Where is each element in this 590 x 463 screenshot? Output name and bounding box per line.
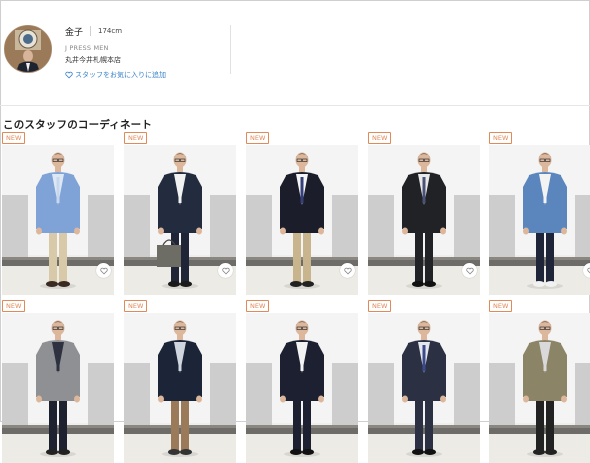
add-favorite-label: スタッフをお気に入りに追加	[75, 70, 166, 80]
staff-height: 174cm	[98, 27, 122, 35]
new-badge: NEW	[2, 132, 25, 144]
heart-outline-icon	[100, 267, 108, 275]
staff-profile: 金子 174cm J PRESS MEN 丸井今井札幌本店 スタッフをお気に入り…	[0, 0, 590, 106]
new-badge: NEW	[368, 132, 391, 144]
favorite-heart-button[interactable]	[218, 263, 233, 278]
coordinate-photo[interactable]	[489, 145, 590, 295]
new-badge: NEW	[124, 300, 147, 312]
coordinate-card[interactable]: NEW	[368, 300, 480, 463]
favorite-heart-button[interactable]	[462, 263, 477, 278]
new-badge: NEW	[489, 132, 512, 144]
coordinate-card[interactable]: NEW	[368, 132, 480, 295]
heart-outline-icon	[222, 267, 230, 275]
heart-outline-icon	[466, 267, 474, 275]
new-badge: NEW	[489, 300, 512, 312]
coordinate-card[interactable]: NEW	[489, 300, 590, 463]
coordinate-photo[interactable]	[368, 313, 480, 463]
new-badge: NEW	[246, 132, 269, 144]
staff-name: 金子	[65, 25, 83, 38]
coordinate-card[interactable]: NEW	[489, 132, 590, 295]
coordinate-card[interactable]: NEW	[2, 300, 114, 463]
header-divider	[230, 25, 231, 74]
coordinate-card[interactable]: NEW	[124, 300, 236, 463]
heart-outline-icon	[587, 267, 590, 275]
coordinate-card[interactable]: NEW	[124, 132, 236, 295]
coordinate-card[interactable]: NEW	[2, 132, 114, 295]
new-badge: NEW	[246, 300, 269, 312]
coordinate-photo[interactable]	[246, 313, 358, 463]
coordinate-photo[interactable]	[2, 313, 114, 463]
new-badge: NEW	[2, 300, 25, 312]
new-badge: NEW	[368, 300, 391, 312]
heart-outline-icon	[344, 267, 352, 275]
new-badge: NEW	[124, 132, 147, 144]
heart-outline-icon	[65, 71, 73, 79]
coordinate-card[interactable]: NEW	[246, 300, 358, 463]
coordinates-section-title: このスタッフのコーディネート	[3, 117, 152, 132]
name-height-divider	[90, 26, 91, 36]
add-favorite-link[interactable]: スタッフをお気に入りに追加	[65, 70, 166, 80]
staff-avatar[interactable]	[4, 25, 52, 73]
staff-shop[interactable]: 丸井今井札幌本店	[65, 55, 166, 65]
coordinate-photo[interactable]	[489, 313, 590, 463]
coordinate-photo[interactable]	[124, 313, 236, 463]
staff-brand: J PRESS MEN	[65, 44, 166, 52]
favorite-heart-button[interactable]	[96, 263, 111, 278]
favorite-heart-button[interactable]	[340, 263, 355, 278]
coordinate-card[interactable]: NEW	[246, 132, 358, 295]
